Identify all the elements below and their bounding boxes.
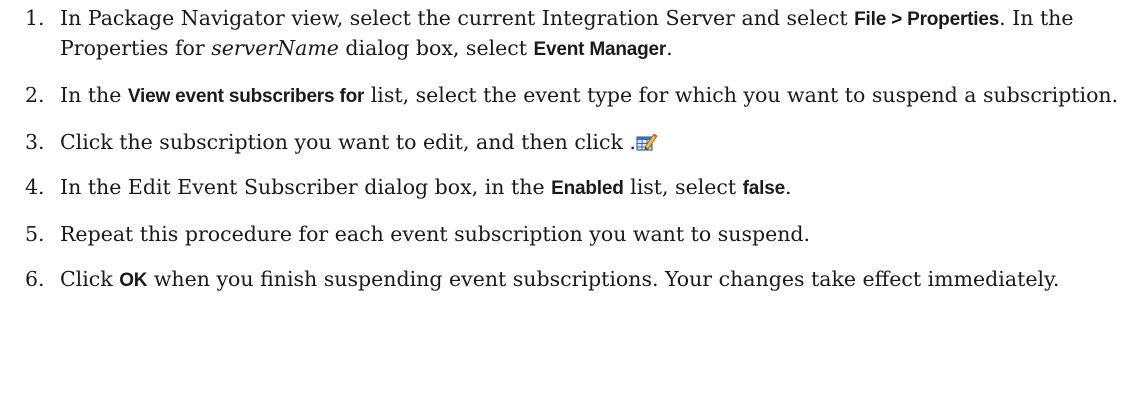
text-run: Click xyxy=(60,267,120,291)
step-text: In the Edit Event Subscriber dialog box,… xyxy=(60,175,791,199)
step-text: In Package Navigator view, select the cu… xyxy=(60,6,1074,60)
ui-label: Event Manager xyxy=(533,39,667,60)
edit-icon[interactable] xyxy=(636,132,658,152)
step-text: Click OK when you finish suspending even… xyxy=(60,267,1059,291)
text-run: Click the subscription you want to edit,… xyxy=(60,130,636,154)
ui-label: File > Properties xyxy=(854,9,1000,30)
text-run: list, select the event type for which yo… xyxy=(364,83,1119,107)
variable-name: serverName xyxy=(211,36,339,60)
step-1: 1. In Package Navigator view, select the … xyxy=(0,4,1138,64)
step-text: In the View event subscribers for list, … xyxy=(60,83,1118,107)
step-2: 2. In the View event subscribers for list… xyxy=(0,81,1138,111)
text-run: when you finish suspending event subscri… xyxy=(147,267,1060,291)
ui-label: OK xyxy=(119,270,148,291)
step-text: Repeat this procedure for each event sub… xyxy=(60,222,810,246)
text-run: Repeat this procedure for each event sub… xyxy=(60,222,811,246)
text-run: list, select xyxy=(623,175,743,199)
procedure-steps: 1. In Package Navigator view, select the … xyxy=(0,4,1138,295)
text-run: . xyxy=(666,36,673,60)
step-number: 4. xyxy=(25,175,45,199)
text-run: In the Edit Event Subscriber dialog box,… xyxy=(60,175,552,199)
ui-label: View event subscribers for xyxy=(127,86,365,107)
document-page: 1. In Package Navigator view, select the … xyxy=(0,0,1138,410)
step-3: 3. Click the subscription you want to edi… xyxy=(0,128,1138,156)
text-run: In the xyxy=(60,83,128,107)
step-number: 3. xyxy=(25,130,45,154)
text-run: dialog box, select xyxy=(338,36,534,60)
step-5: 5. Repeat this procedure for each event s… xyxy=(0,220,1138,248)
text-run: . xyxy=(784,175,792,199)
step-number: 2. xyxy=(25,83,45,107)
ui-label: false xyxy=(742,178,786,199)
ui-label: Enabled xyxy=(551,178,624,199)
step-number: 1. xyxy=(25,6,45,30)
step-number: 6. xyxy=(25,267,45,291)
step-6: 6. Click OK when you finish suspending ev… xyxy=(0,265,1138,295)
step-number: 5. xyxy=(25,222,45,246)
text-run: In Package Navigator view, select the cu… xyxy=(60,6,855,30)
step-text: Click the subscription you want to edit,… xyxy=(60,130,658,154)
step-4: 4. In the Edit Event Subscriber dialog bo… xyxy=(0,173,1138,203)
